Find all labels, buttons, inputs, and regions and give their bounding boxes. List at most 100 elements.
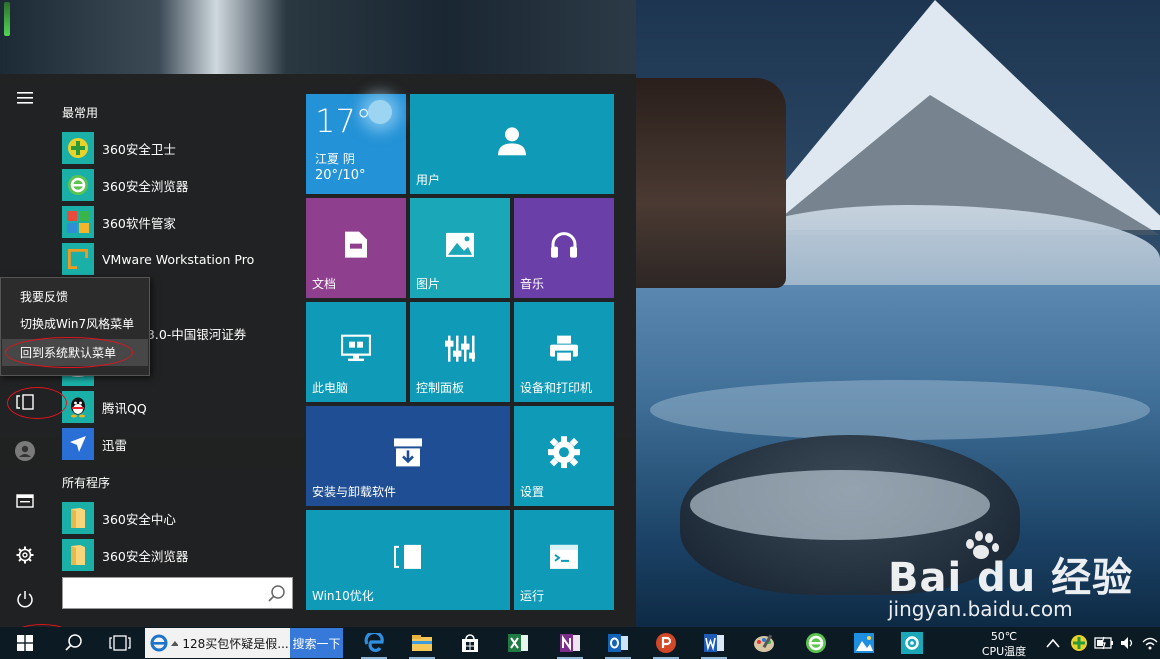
sliders-icon bbox=[445, 335, 475, 363]
taskbar-photos[interactable] bbox=[848, 627, 880, 659]
taskbar-360-browser[interactable] bbox=[800, 627, 832, 659]
qq-icon bbox=[62, 391, 94, 423]
taskbar-settings[interactable] bbox=[896, 627, 928, 659]
app-item-360-safeguard[interactable]: 360安全卫士 bbox=[62, 131, 298, 165]
tile-weather[interactable]: 17° 江夏 阴 20°/10° bbox=[306, 94, 406, 194]
document-icon bbox=[344, 231, 368, 259]
caret-up-icon bbox=[170, 641, 179, 646]
file-explorer-button[interactable] bbox=[0, 479, 50, 523]
app-label: 360安全中心 bbox=[102, 511, 176, 527]
taskbar-powerpoint[interactable] bbox=[650, 627, 682, 659]
tile-label: 控制面板 bbox=[416, 381, 465, 395]
onenote-icon bbox=[560, 634, 580, 652]
tile-win10-optimize[interactable]: Win10优化 bbox=[306, 510, 510, 610]
folder-icon bbox=[62, 502, 94, 534]
tile-this-pc[interactable]: 此电脑 bbox=[306, 302, 406, 402]
taskbar-excel[interactable] bbox=[502, 627, 534, 659]
ie-icon bbox=[150, 634, 168, 652]
tray-network[interactable] bbox=[1142, 627, 1158, 659]
user-avatar-icon bbox=[15, 441, 35, 461]
search-once-button[interactable]: 搜索一下 bbox=[290, 628, 343, 658]
battery-indicator bbox=[4, 2, 10, 36]
app-item-vmware[interactable]: VMware Workstation Pro bbox=[62, 242, 298, 276]
settings-button[interactable] bbox=[0, 533, 50, 577]
taskbar-store[interactable] bbox=[454, 627, 486, 659]
speaker-icon bbox=[1121, 637, 1133, 649]
app-label: 360安全卫士 bbox=[102, 141, 176, 157]
browser-task-title: 128买包怀疑是假... bbox=[182, 636, 289, 651]
app-label: 360软件管家 bbox=[102, 215, 176, 231]
power-button[interactable] bbox=[0, 577, 50, 621]
paint-icon bbox=[754, 634, 774, 652]
tile-user[interactable]: 用户 bbox=[410, 94, 614, 194]
tile-label: 用户 bbox=[416, 173, 441, 187]
tile-label: 运行 bbox=[520, 589, 545, 603]
program-item-360-browser[interactable]: 360安全浏览器 bbox=[62, 538, 298, 572]
photos-icon bbox=[854, 633, 874, 653]
wallpaper-cliff bbox=[636, 78, 786, 288]
chevron-up-icon bbox=[1046, 638, 1060, 648]
taskbar-onenote[interactable] bbox=[554, 627, 586, 659]
store-icon bbox=[462, 634, 478, 652]
weather-temperature: 17° bbox=[315, 102, 372, 140]
tile-run[interactable]: 运行 bbox=[514, 510, 614, 610]
monitor-icon bbox=[341, 334, 371, 363]
word-icon bbox=[704, 634, 724, 652]
settings-icon bbox=[901, 632, 923, 654]
tile-label: 此电脑 bbox=[312, 381, 349, 395]
taskbar-paint[interactable] bbox=[748, 627, 780, 659]
file-explorer-icon bbox=[412, 635, 432, 651]
app-item-360-browser[interactable]: 360安全浏览器 bbox=[62, 168, 298, 202]
weather-range: 20°/10° bbox=[315, 168, 366, 183]
taskbar-search-button[interactable] bbox=[58, 627, 90, 659]
tray-360-guard[interactable] bbox=[1070, 627, 1088, 659]
tile-label: 设备和打印机 bbox=[520, 381, 593, 395]
tile-documents[interactable]: 文档 bbox=[306, 198, 406, 298]
tile-label: 设置 bbox=[520, 485, 545, 499]
app-item-thunder[interactable]: 迅雷 bbox=[62, 427, 298, 461]
tile-label: 音乐 bbox=[520, 277, 545, 291]
picture-icon bbox=[445, 232, 475, 258]
app-item-qq[interactable]: 腾讯QQ bbox=[62, 390, 298, 424]
tile-settings[interactable]: 设置 bbox=[514, 406, 614, 506]
menu-item-switch-win7-style[interactable]: 切换成Win7风格菜单 bbox=[2, 310, 148, 337]
taskbar-edge[interactable] bbox=[358, 627, 390, 659]
task-view-button[interactable] bbox=[104, 627, 136, 659]
most-used-header: 最常用 bbox=[62, 106, 99, 120]
cpu-temperature-widget[interactable]: 50℃ CPU温度 bbox=[972, 627, 1036, 659]
folder-icon bbox=[62, 539, 94, 571]
taskbar-file-explorer[interactable] bbox=[406, 627, 438, 659]
tray-battery[interactable] bbox=[1094, 627, 1114, 659]
annotation-ellipse bbox=[5, 337, 133, 368]
taskbar-outlook[interactable] bbox=[602, 627, 634, 659]
baidu-jingyan-watermark: Bai du 经验 jingyan.baidu.com bbox=[870, 531, 1150, 625]
gear-icon bbox=[548, 436, 580, 469]
cpu-temp-value: 50℃ bbox=[990, 630, 1018, 643]
gear-icon bbox=[16, 546, 34, 564]
tray-overflow-button[interactable] bbox=[1046, 627, 1060, 659]
360-safeguard-icon bbox=[62, 132, 94, 164]
tray-volume[interactable] bbox=[1120, 627, 1136, 659]
tile-install-uninstall[interactable]: 安装与卸载软件 bbox=[306, 406, 510, 506]
hamburger-menu-button[interactable] bbox=[0, 76, 50, 120]
taskbar-browser-task[interactable]: 128买包怀疑是假... bbox=[145, 628, 290, 658]
tile-pictures[interactable]: 图片 bbox=[410, 198, 510, 298]
start-search-input[interactable] bbox=[62, 577, 293, 609]
tile-label: Win10优化 bbox=[312, 589, 374, 603]
weather-city: 江夏 阴 bbox=[315, 152, 355, 166]
watermark-url: jingyan.baidu.com bbox=[888, 597, 1073, 621]
thunder-icon bbox=[62, 428, 94, 460]
taskbar-word[interactable] bbox=[698, 627, 730, 659]
360-safeguard-icon bbox=[1071, 635, 1087, 651]
program-item-360-security-center[interactable]: 360安全中心 bbox=[62, 501, 298, 535]
tile-music[interactable]: 音乐 bbox=[514, 198, 614, 298]
tile-control-panel[interactable]: 控制面板 bbox=[410, 302, 510, 402]
search-icon[interactable] bbox=[268, 585, 286, 607]
app-item-360-software-manager[interactable]: 360软件管家 bbox=[62, 205, 298, 239]
tile-devices-printers[interactable]: 设备和打印机 bbox=[514, 302, 614, 402]
start-button[interactable] bbox=[8, 627, 42, 659]
menu-item-feedback[interactable]: 我要反馈 bbox=[2, 283, 148, 310]
user-account-button[interactable] bbox=[0, 429, 50, 473]
excel-icon bbox=[508, 634, 528, 652]
taskbar: 128买包怀疑是假... 搜索一下 50℃ CPU温度 bbox=[0, 627, 1160, 659]
